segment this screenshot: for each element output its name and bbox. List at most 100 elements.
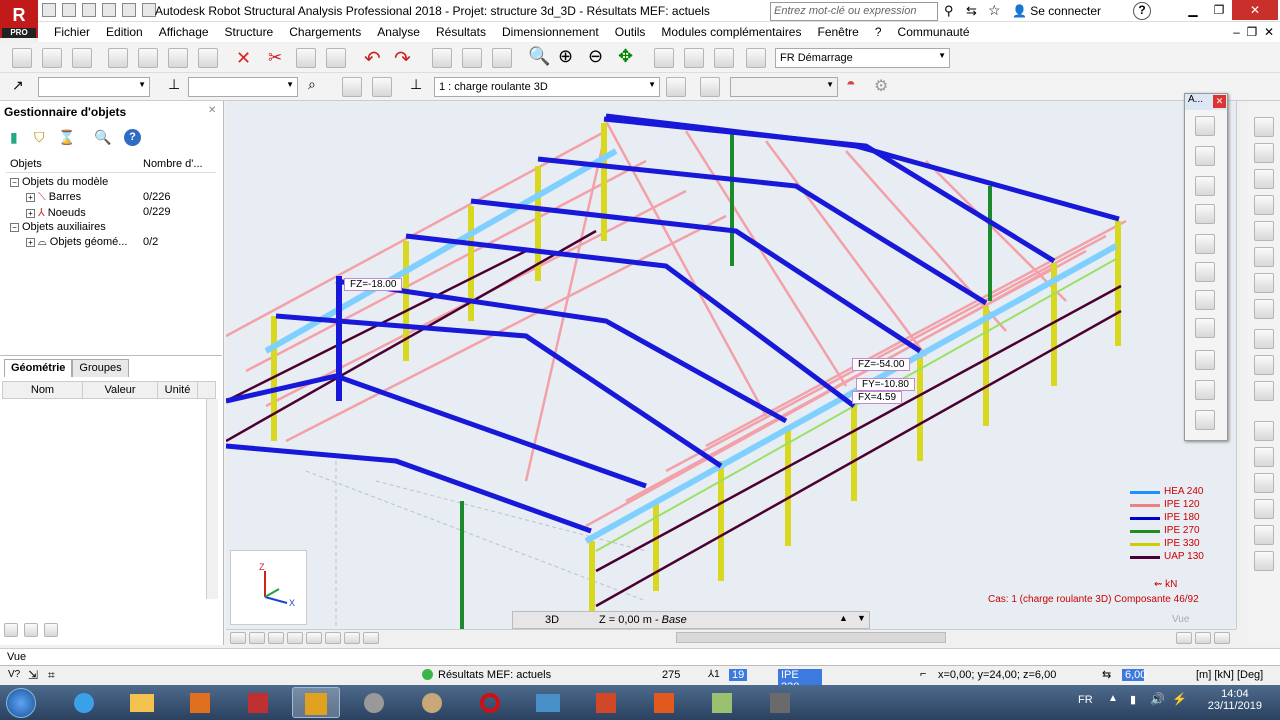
screen-icon[interactable] bbox=[524, 687, 572, 718]
tree-item-auxiliary[interactable]: − Objets auxiliaires bbox=[10, 221, 106, 233]
layer-icon[interactable] bbox=[1254, 447, 1274, 467]
language-indicator[interactable]: FR bbox=[1078, 694, 1093, 706]
view-mode[interactable]: 3D bbox=[545, 614, 559, 626]
beam-icon[interactable] bbox=[1195, 234, 1215, 254]
component-select[interactable]: ▼ bbox=[730, 77, 838, 97]
app-logo[interactable]: R PRO bbox=[0, 0, 38, 38]
elastic-icon[interactable] bbox=[1254, 381, 1274, 401]
node-number[interactable]: 19 bbox=[729, 669, 748, 681]
zoom-all-icon[interactable]: ⊕ bbox=[558, 46, 573, 67]
supports-icon[interactable] bbox=[1195, 116, 1215, 136]
help-icon[interactable]: ? bbox=[124, 129, 141, 146]
line-icon[interactable] bbox=[1254, 195, 1274, 215]
network-icon[interactable]: ▮ bbox=[1130, 693, 1136, 706]
ruler-icon[interactable] bbox=[1195, 410, 1215, 430]
screen-capture-icon[interactable] bbox=[168, 48, 188, 68]
layout-select[interactable]: FR Démarrage ▼ bbox=[775, 48, 950, 68]
mdi-controls[interactable]: – ❐ ✕ bbox=[1233, 25, 1274, 39]
house-icon[interactable] bbox=[1195, 176, 1215, 196]
snap-settings-icon[interactable]: ⌗ bbox=[48, 668, 55, 683]
collapse-icon[interactable]: − bbox=[10, 222, 19, 232]
close-icon[interactable]: ✕ bbox=[208, 105, 216, 116]
offset-icon[interactable] bbox=[1254, 299, 1274, 319]
camera-icon[interactable] bbox=[198, 48, 218, 68]
structure-drawing[interactable] bbox=[226, 101, 1236, 629]
load-case-select[interactable]: 1 : charge roulante 3D ▼ bbox=[434, 77, 660, 97]
app-icon[interactable] bbox=[350, 687, 398, 718]
tree-item-noeuds[interactable]: + ⅄ Noeuds bbox=[26, 206, 86, 219]
new-file-icon[interactable] bbox=[12, 48, 32, 68]
paint-icon[interactable] bbox=[408, 687, 456, 718]
table-icon[interactable] bbox=[1254, 421, 1274, 441]
media-player-icon[interactable] bbox=[176, 687, 224, 718]
binoculars-icon[interactable]: ⚲ bbox=[944, 3, 954, 19]
flag-icon[interactable] bbox=[24, 623, 38, 637]
cable-icon[interactable] bbox=[1254, 329, 1274, 349]
print-preview-icon[interactable] bbox=[138, 48, 158, 68]
snap-icon[interactable]: V? bbox=[8, 669, 20, 680]
search-icon[interactable]: 🔍 bbox=[94, 129, 111, 146]
paste-icon[interactable] bbox=[326, 48, 346, 68]
copy-icon[interactable] bbox=[296, 48, 316, 68]
view-xz-icon[interactable] bbox=[249, 632, 265, 644]
start-button[interactable] bbox=[6, 688, 36, 718]
search-input[interactable]: Entrez mot-clé ou expression bbox=[770, 2, 938, 21]
minimize-button[interactable]: ▁ bbox=[1180, 0, 1206, 20]
menu-affichage[interactable]: Affichage bbox=[151, 25, 217, 39]
view-frame-icon[interactable] bbox=[344, 632, 360, 644]
release-icon[interactable] bbox=[1195, 146, 1215, 166]
bar-select-icon[interactable]: ⊥ bbox=[168, 76, 180, 93]
fill-icon[interactable] bbox=[1195, 290, 1215, 310]
map-icon[interactable] bbox=[698, 687, 746, 718]
ie-icon[interactable] bbox=[60, 687, 108, 718]
menu-dimensionnement[interactable]: Dimensionnement bbox=[494, 25, 607, 39]
power-icon[interactable]: ⚡ bbox=[1172, 692, 1187, 706]
results-icon[interactable]: ⚙ bbox=[874, 76, 888, 96]
tab-groupes[interactable]: Groupes bbox=[72, 359, 129, 377]
menu-outils[interactable]: Outils bbox=[607, 25, 654, 39]
node-selection-input[interactable]: ▼ bbox=[38, 77, 150, 97]
node-select-icon[interactable]: ↗ bbox=[12, 77, 24, 94]
tab-geometrie[interactable]: Géométrie bbox=[4, 359, 73, 377]
material-icon[interactable] bbox=[1254, 273, 1274, 293]
menu-analyse[interactable]: Analyse bbox=[369, 25, 428, 39]
zoom-window-icon[interactable]: 🔍 bbox=[528, 46, 550, 67]
new-icon[interactable] bbox=[42, 3, 56, 17]
hscroll-thumb[interactable] bbox=[676, 632, 946, 643]
sign-in-button[interactable]: 👤 Se connecter bbox=[1012, 4, 1101, 18]
brush-icon[interactable] bbox=[1195, 318, 1215, 338]
redo-icon[interactable]: ↷ bbox=[394, 46, 411, 71]
grid-icon[interactable] bbox=[1254, 143, 1274, 163]
lock-icon[interactable] bbox=[492, 48, 512, 68]
powerpoint-icon[interactable] bbox=[582, 687, 630, 718]
menu-resultats[interactable]: Résultats bbox=[428, 25, 494, 39]
volume-icon[interactable]: 🔊 bbox=[1150, 692, 1165, 706]
tree-item-barres[interactable]: + ⟍ Barres bbox=[26, 191, 81, 204]
tray-arrow-icon[interactable]: ▲ bbox=[1108, 693, 1118, 704]
restore-button[interactable]: ❐ bbox=[1206, 0, 1232, 20]
load-icon[interactable] bbox=[1195, 350, 1215, 370]
load-table-icon[interactable] bbox=[700, 77, 720, 97]
menu-help[interactable]: ? bbox=[867, 25, 890, 39]
cube-icon[interactable] bbox=[1254, 525, 1274, 545]
cut-icon[interactable]: ✂ bbox=[268, 48, 282, 68]
delete-icon[interactable]: ✕ bbox=[236, 48, 251, 69]
view-xy-icon[interactable] bbox=[287, 632, 303, 644]
recorder-icon[interactable] bbox=[756, 687, 804, 718]
star-icon[interactable]: ☆ bbox=[988, 2, 1001, 19]
menu-edition[interactable]: Edition bbox=[98, 25, 151, 39]
list-icon[interactable] bbox=[4, 623, 18, 637]
units[interactable]: [m] [kN] [Deg] bbox=[1196, 669, 1263, 681]
axis-triad[interactable]: Z X bbox=[230, 550, 307, 625]
preferences-icon[interactable] bbox=[714, 48, 734, 68]
section-view-icon[interactable] bbox=[372, 77, 392, 97]
command-row[interactable]: Vue bbox=[0, 648, 1280, 665]
menu-fenetre[interactable]: Fenêtre bbox=[809, 25, 866, 39]
cube-alt-icon[interactable] bbox=[1254, 551, 1274, 571]
cursor-icon[interactable]: ⇲ bbox=[28, 668, 38, 682]
expand-icon[interactable]: + bbox=[26, 192, 35, 202]
properties-icon[interactable] bbox=[684, 48, 704, 68]
menu-structure[interactable]: Structure bbox=[217, 25, 282, 39]
rigid-link-icon[interactable] bbox=[1254, 355, 1274, 375]
view-text-icon[interactable] bbox=[363, 632, 379, 644]
